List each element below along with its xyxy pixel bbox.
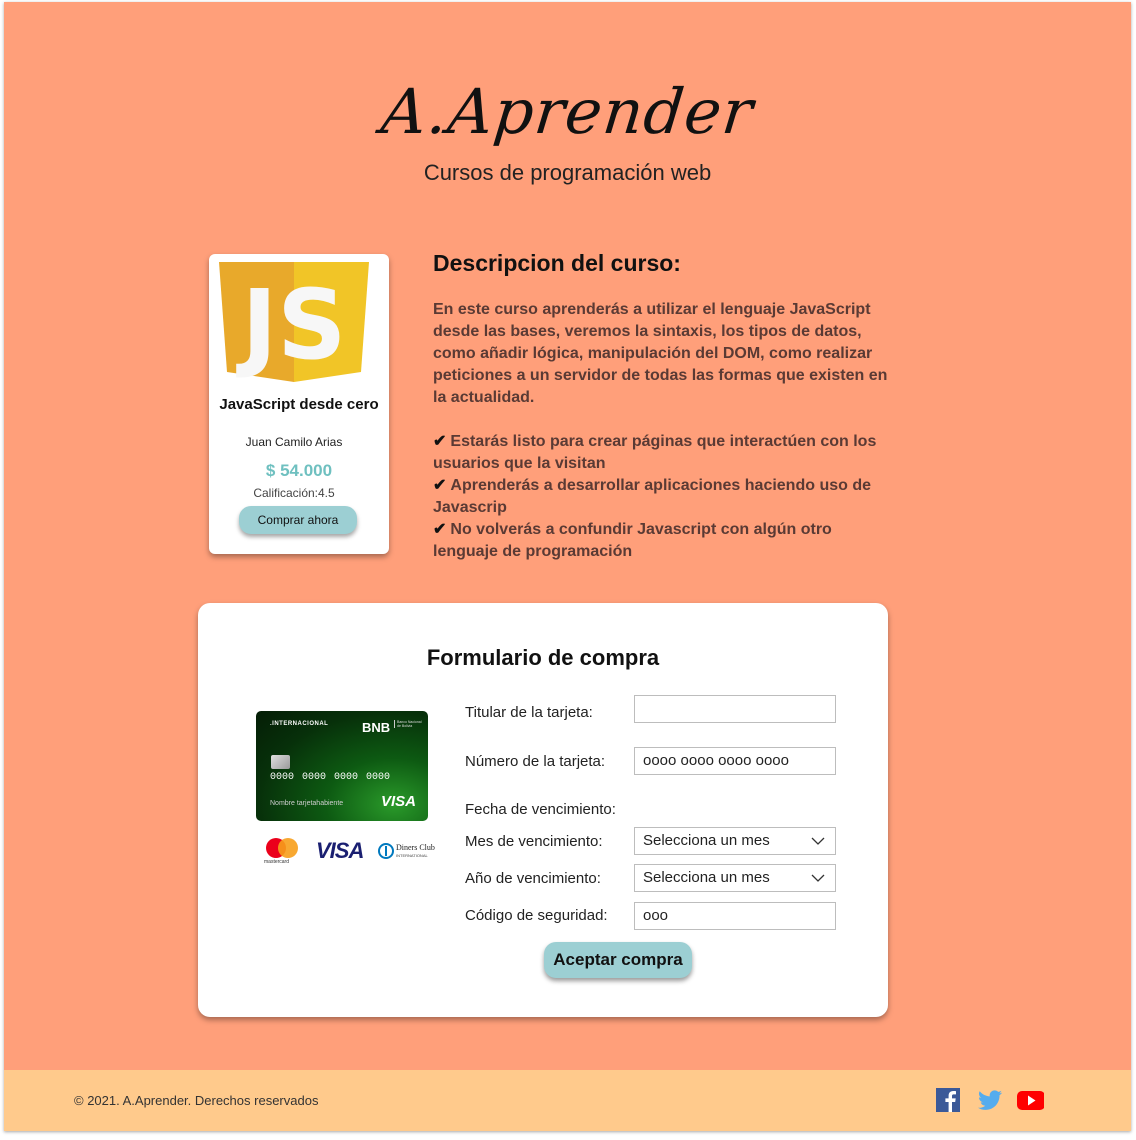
course-description: Descripcion del curso: En este curso apr… — [433, 250, 893, 563]
month-select-value: Selecciona un mes — [643, 832, 770, 849]
course-title: JavaScript desde cero — [219, 396, 379, 413]
page: A.Aprender Cursos de programación web JS… — [4, 2, 1131, 1131]
year-label: Año de vencimiento: — [465, 870, 601, 887]
facebook-icon[interactable] — [934, 1086, 962, 1114]
checkmark-icon: ✔ — [433, 521, 447, 538]
course-author: Juan Camilo Arias — [245, 435, 343, 449]
checkmark-icon: ✔ — [433, 433, 447, 450]
description-body: En este curso aprenderás a utilizar el l… — [433, 301, 888, 406]
javascript-logo-icon: JS — [219, 262, 369, 382]
javascript-logo-text: JS — [236, 269, 347, 381]
cvv-input[interactable]: ooo — [634, 902, 836, 930]
year-select[interactable]: Selecciona un mes — [634, 864, 836, 892]
card-chip-icon — [271, 755, 290, 769]
cvv-label: Código de seguridad: — [465, 907, 608, 924]
card-holder-sample: Nombre tarjetahabiente — [270, 800, 344, 807]
diners-club-sublabel: INTERNATIONAL — [396, 853, 428, 858]
buy-now-button[interactable]: Comprar ahora — [239, 506, 357, 534]
diners-club-label: Diners Club — [396, 843, 435, 852]
form-title: Formulario de compra — [426, 645, 660, 670]
benefit-item: ✔ Aprenderás a desarrollar aplicaciones h… — [433, 475, 893, 519]
diners-club-icon: Diners Club INTERNATIONAL — [378, 843, 438, 861]
year-select-value: Selecciona un mes — [643, 869, 770, 886]
benefits-list: ✔ Estarás listo para crear páginas que in… — [433, 431, 893, 563]
youtube-icon[interactable] — [1016, 1086, 1044, 1114]
site-logo[interactable]: A.Aprender — [4, 72, 1131, 152]
course-card: JS JavaScript desde cero Juan Camilo Ari… — [209, 254, 389, 554]
site-tagline: Cursos de programación web — [423, 160, 712, 185]
footer: © 2021. A.Aprender. Derechos reservados — [4, 1070, 1131, 1131]
benefit-text: No volverás a confundir Javascript con a… — [433, 521, 832, 560]
accept-purchase-button[interactable]: Aceptar compra — [544, 942, 692, 978]
benefit-text: Aprenderás a desarrollar aplicaciones ha… — [433, 477, 872, 516]
card-bank-name: Banco Nacional de Bolivia — [394, 720, 425, 728]
expiry-heading: Fecha de vencimiento: — [465, 801, 616, 818]
card-type-label: .INTERNACIONAL — [270, 721, 329, 727]
mastercard-icon: mastercard — [264, 837, 304, 867]
card-bank-logo: BNB — [362, 720, 391, 735]
description-heading: Descripcion del curso: — [433, 250, 681, 276]
month-label: Mes de vencimiento: — [465, 833, 603, 850]
card-number-label: Número de la tarjeta: — [465, 753, 606, 770]
benefit-item: ✔ No volverás a confundir Javascript con … — [433, 519, 893, 563]
mastercard-label: mastercard — [264, 859, 290, 865]
chevron-down-icon — [811, 874, 825, 882]
checkmark-icon: ✔ — [433, 477, 447, 494]
course-price: $ 54.000 — [265, 461, 333, 480]
benefit-item: ✔ Estarás listo para crear páginas que in… — [433, 431, 893, 475]
visa-icon: VISA — [316, 838, 364, 863]
credit-card-image: .INTERNACIONAL BNB Banco Nacional de Bol… — [256, 711, 428, 821]
purchase-form: Formulario de compra .INTERNACIONAL BNB … — [198, 603, 888, 1017]
card-network-logo: VISA — [380, 793, 416, 810]
chevron-down-icon — [811, 837, 825, 845]
holder-input[interactable] — [634, 695, 836, 723]
card-number-input[interactable]: oooo oooo oooo oooo — [634, 747, 836, 775]
twitter-icon[interactable] — [976, 1086, 1004, 1114]
course-rating: Calificación:4.5 — [253, 486, 335, 500]
month-select[interactable]: Selecciona un mes — [634, 827, 836, 855]
benefit-text: Estarás listo para crear páginas que int… — [433, 433, 877, 472]
accepted-card-brands: mastercard VISA Diners Club INTERNATIONA… — [264, 837, 436, 867]
site-header: A.Aprender Cursos de programación web — [4, 72, 1131, 186]
card-number-sample: 0000 0000 0000 0000 — [270, 772, 391, 783]
holder-label: Titular de la tarjeta: — [465, 704, 593, 721]
copyright-text: © 2021. A.Aprender. Derechos reservados — [74, 1093, 319, 1108]
